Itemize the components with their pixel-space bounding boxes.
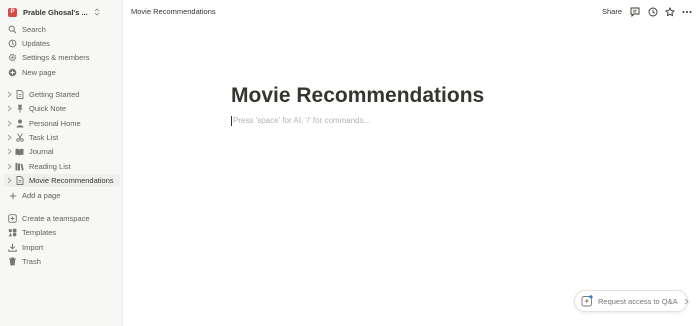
sidebar-item-label: Trash (22, 257, 41, 266)
qa-button-label: Request access to Q&A (598, 296, 678, 306)
books-icon (15, 162, 24, 171)
sidebar-item-search[interactable]: Search (4, 23, 120, 36)
chevron-right-icon[interactable] (6, 104, 13, 113)
sidebar-page-journal[interactable]: Journal (4, 145, 120, 158)
sidebar-item-label: Task List (29, 133, 59, 142)
gear-icon (8, 53, 17, 62)
search-icon (8, 25, 17, 34)
sidebar-page-task-list[interactable]: Task List (4, 131, 120, 144)
sidebar-item-label: New page (22, 68, 56, 77)
editor-placeholder: Press 'space' for AI, '/' for commands..… (233, 116, 371, 126)
document-icon (15, 90, 24, 99)
share-button[interactable]: Share (602, 7, 622, 16)
workspace-name: Prable Ghosal's ... (23, 7, 88, 17)
sidebar-page-personal-home[interactable]: Personal Home (4, 117, 120, 130)
plus-circle-icon (8, 68, 17, 77)
document-icon (15, 176, 24, 185)
sidebar: P Prable Ghosal's ... Search Updates Set… (0, 0, 123, 326)
sidebar-item-label: Search (22, 25, 46, 34)
updown-chevron-icon (94, 8, 100, 16)
sidebar-item-label: Updates (22, 39, 50, 48)
sidebar-item-label: Import (22, 243, 44, 252)
add-page-button[interactable]: Add a page (4, 189, 120, 202)
sidebar-item-import[interactable]: Import (4, 241, 120, 254)
sidebar-page-quick-note[interactable]: Quick Note (4, 102, 120, 115)
sidebar-item-label: Reading List (29, 162, 71, 171)
sidebar-item-new-page[interactable]: New page (4, 66, 120, 79)
sidebar-item-trash[interactable]: Trash (4, 255, 120, 268)
chevron-right-icon[interactable] (6, 147, 13, 156)
sidebar-item-templates[interactable]: Templates (4, 226, 120, 239)
more-icon[interactable] (681, 6, 692, 17)
chevron-right-icon[interactable] (6, 176, 13, 185)
sidebar-item-label: Add a page (22, 191, 61, 200)
templates-icon (8, 228, 17, 237)
chevron-right-icon[interactable] (6, 133, 13, 142)
scissors-icon (15, 133, 24, 142)
pin-icon (15, 104, 24, 113)
workspace-logo: P (8, 7, 17, 17)
breadcrumb[interactable]: Movie Recommendations (131, 7, 216, 16)
sidebar-item-create-teamspace[interactable]: Create a teamspace (4, 212, 120, 225)
trash-icon (8, 257, 17, 266)
chevron-right-icon[interactable] (6, 119, 13, 128)
chevron-right-icon (684, 298, 689, 305)
sidebar-item-label: Getting Started (29, 90, 80, 99)
sidebar-item-label: Templates (22, 228, 57, 237)
sidebar-item-label: Create a teamspace (22, 214, 90, 223)
chevron-right-icon[interactable] (6, 90, 13, 99)
star-icon[interactable] (664, 6, 675, 17)
book-icon (15, 147, 24, 156)
teamspace-icon (8, 214, 17, 223)
comment-icon[interactable] (629, 6, 640, 17)
sidebar-item-settings[interactable]: Settings & members (4, 51, 120, 64)
sidebar-item-label: Quick Note (29, 104, 67, 113)
person-icon (15, 119, 24, 128)
sidebar-item-label: Journal (29, 147, 54, 156)
sidebar-item-label: Personal Home (29, 119, 81, 128)
sidebar-page-movie-recommendations[interactable]: Movie Recommendations (4, 174, 120, 187)
text-cursor (231, 116, 232, 126)
clock-icon (8, 39, 17, 48)
sidebar-item-label: Settings & members (22, 53, 90, 62)
ai-sparkle-icon (581, 295, 593, 307)
sidebar-item-updates[interactable]: Updates (4, 37, 120, 50)
clock-icon[interactable] (647, 6, 658, 17)
sidebar-page-getting-started[interactable]: Getting Started (4, 88, 120, 101)
plus-icon (8, 191, 17, 200)
chevron-right-icon[interactable] (6, 162, 13, 171)
sidebar-page-reading-list[interactable]: Reading List (4, 160, 120, 173)
import-icon (8, 243, 17, 252)
page-title[interactable]: Movie Recommendations (231, 84, 484, 108)
workspace-switcher[interactable]: P Prable Ghosal's ... (4, 5, 119, 19)
editor-block[interactable]: Press 'space' for AI, '/' for commands..… (231, 116, 370, 126)
request-qa-access-button[interactable]: Request access to Q&A (574, 290, 689, 312)
sidebar-item-label: Movie Recommendations (29, 176, 114, 185)
